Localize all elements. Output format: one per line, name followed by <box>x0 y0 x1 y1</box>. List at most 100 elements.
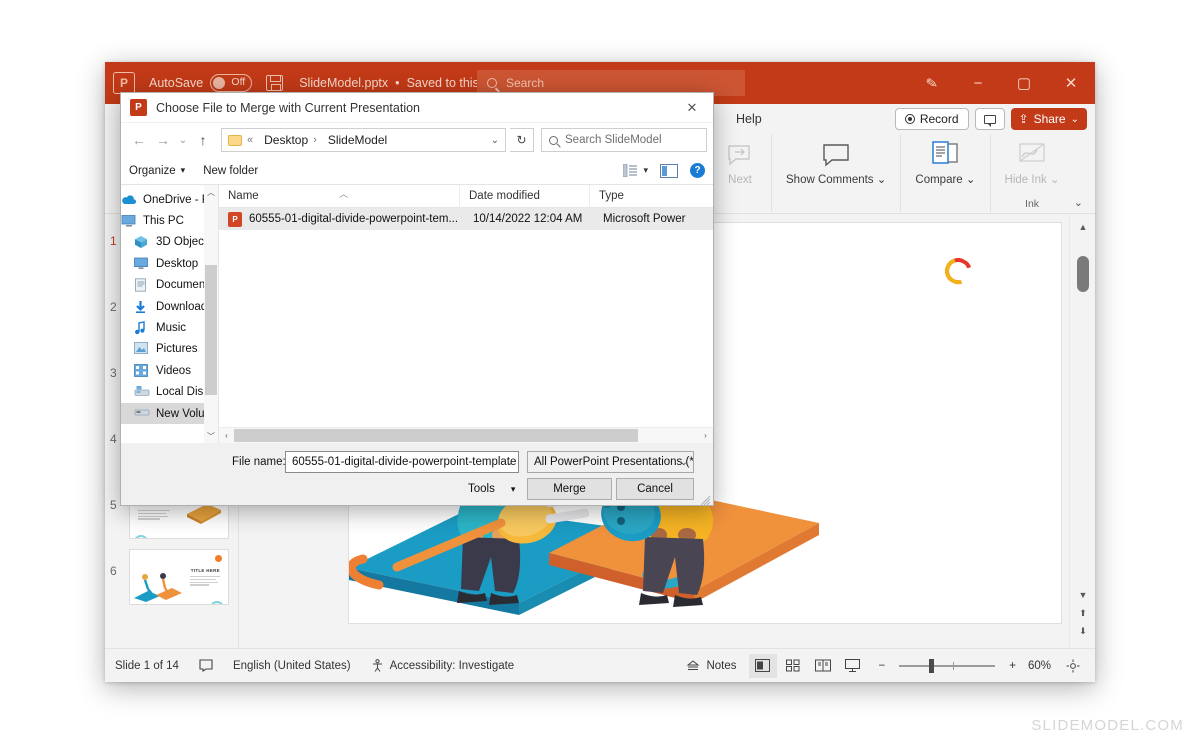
address-chevron-down-icon[interactable]: ⌄ <box>491 135 499 146</box>
zoom-level-label[interactable]: 60% <box>1028 660 1051 672</box>
file-name-chevron-down-icon[interactable]: ⌄ <box>506 457 514 468</box>
share-button[interactable]: ⇪ Share ⌄ <box>1010 108 1087 130</box>
tools-caret-icon: ▾ <box>510 483 516 494</box>
file-list[interactable]: ︿ Name Date modified Type P 60555-01-dig… <box>219 184 713 443</box>
pen-icon[interactable]: ✎ <box>909 62 955 104</box>
column-header-name[interactable]: ︿ Name <box>219 185 459 208</box>
preview-pane-icon[interactable] <box>660 163 678 178</box>
zoom-slider[interactable] <box>899 658 996 673</box>
view-normal-button[interactable] <box>748 653 777 678</box>
folder-icon <box>228 134 242 146</box>
status-bar-right: Notes − + 60% <box>676 649 1087 683</box>
column-header-date-modified[interactable]: Date modified <box>459 184 589 208</box>
title-separator: • <box>395 76 400 90</box>
sidebar-scroll-up-icon[interactable]: ︿ <box>204 185 218 199</box>
scrollbar-thumb[interactable] <box>1077 256 1089 292</box>
maximize-button[interactable]: ▢ <box>1001 62 1047 104</box>
dialog-search-input[interactable]: Search SlideModel <box>541 128 707 152</box>
view-slideshow-button[interactable] <box>839 654 867 678</box>
hscroll-right-icon[interactable]: › <box>698 431 713 440</box>
tools-button[interactable]: Tools ▾ <box>468 478 515 500</box>
slide-count-label[interactable]: Slide 1 of 14 <box>105 649 189 683</box>
sidebar-scrollbar-thumb[interactable] <box>205 265 217 395</box>
file-list-horizontal-scrollbar[interactable]: ‹ › <box>219 427 713 443</box>
language-label[interactable]: English (United States) <box>223 649 361 683</box>
recent-locations-chevron-icon[interactable]: ⌄ <box>175 128 191 152</box>
file-list-header: ︿ Name Date modified Type <box>219 184 713 208</box>
sidebar-scroll-down-icon[interactable]: ﹀ <box>204 429 218 443</box>
record-label: Record <box>919 112 959 126</box>
record-button[interactable]: Record <box>894 108 969 130</box>
sidebar-label: Desktop <box>156 257 199 270</box>
canvas-scrollbar[interactable]: ▲ ▼ ⬆ ⬇ <box>1069 214 1095 648</box>
fit-to-window-button[interactable] <box>1059 654 1087 678</box>
ribbon-group-ink: Hide Ink ⌄ Ink <box>989 134 1074 212</box>
file-name: 60555-01-digital-divide-powerpoint-tem..… <box>249 213 459 225</box>
accessibility-item[interactable]: Accessibility: Investigate <box>361 649 525 683</box>
zoom-out-button[interactable]: − <box>879 660 886 672</box>
previous-slide-button[interactable]: ⬆ <box>1070 604 1096 622</box>
view-caret-icon: ▾ <box>643 165 648 175</box>
breadcrumb-desktop[interactable]: Desktop <box>264 133 308 147</box>
dialog-close-button[interactable]: ✕ <box>671 93 713 123</box>
cancel-button[interactable]: Cancel <box>616 478 694 500</box>
ribbon-group-show-comments[interactable]: Show Comments ⌄ <box>771 134 900 212</box>
view-slide-sorter-button[interactable] <box>779 654 807 678</box>
slide-number: 5 <box>110 498 117 512</box>
share-chevron-down-icon[interactable]: ⌄ <box>1071 114 1079 125</box>
window-controls: ✎ − ▢ ✕ <box>909 62 1095 104</box>
spell-check-icon[interactable] <box>189 649 223 683</box>
back-button[interactable]: ← <box>127 128 151 152</box>
hscrollbar-thumb[interactable] <box>234 429 638 442</box>
ribbon-group-compare[interactable]: Compare ⌄ <box>900 134 989 212</box>
merge-button[interactable]: Merge <box>527 478 612 500</box>
file-type-filter-select[interactable]: All PowerPoint Presentations (* ⌄ <box>527 451 694 473</box>
notes-label: Notes <box>706 659 737 672</box>
breadcrumb-slidemodel[interactable]: SlideModel <box>328 133 387 147</box>
notes-button[interactable]: Notes <box>676 649 746 683</box>
comments-button[interactable] <box>974 108 1005 130</box>
autosave-toggle[interactable]: Off <box>210 74 253 92</box>
help-icon[interactable]: ? <box>690 163 705 178</box>
view-reading-button[interactable] <box>809 654 837 678</box>
column-label: Name <box>228 189 259 202</box>
file-name-input[interactable]: 60555-01-digital-divide-powerpoint-templ… <box>285 451 519 473</box>
onedrive-icon <box>121 193 137 207</box>
address-bar[interactable]: « Desktop › SlideModel ⌄ <box>221 128 506 152</box>
videos-icon <box>134 363 150 378</box>
column-label: Type <box>599 189 624 202</box>
column-label: Date modified <box>469 189 540 202</box>
slide-thumbnail-6[interactable]: 6 TITLE HERE <box>105 544 239 610</box>
sidebar-scrollbar[interactable]: ︿ ﹀ <box>204 185 218 443</box>
forward-button[interactable]: → <box>151 128 175 152</box>
dialog-sidebar[interactable]: OneDrive - Personal This PC 3D Objects <box>121 185 219 443</box>
filter-chevron-down-icon[interactable]: ⌄ <box>680 457 688 468</box>
next-slide-button[interactable]: ⬇ <box>1070 622 1096 640</box>
zoom-in-button[interactable]: + <box>1009 660 1016 672</box>
disk-icon <box>134 385 150 399</box>
ribbon-collapse-chevron-icon[interactable]: ⌄ <box>1074 196 1083 209</box>
ink-group-label: Ink <box>1025 198 1040 210</box>
up-button[interactable]: ↑ <box>191 128 215 152</box>
dialog-resize-grip[interactable] <box>700 493 711 506</box>
close-button[interactable]: ✕ <box>1047 62 1095 104</box>
column-header-type[interactable]: Type <box>589 184 699 208</box>
compare-label: Compare ⌄ <box>915 174 976 186</box>
breadcrumb-separator: › <box>313 134 317 146</box>
table-row[interactable]: P 60555-01-digital-divide-powerpoint-tem… <box>219 208 713 230</box>
file-date-modified: 10/14/2022 12:04 AM <box>473 213 583 225</box>
view-layout-button[interactable]: ▾ <box>623 163 648 178</box>
status-bar: Slide 1 of 14 English (United States) Ac… <box>105 648 1095 682</box>
minimize-button[interactable]: − <box>955 62 1001 104</box>
hscroll-left-icon[interactable]: ‹ <box>219 431 234 440</box>
zoom-slider-handle[interactable] <box>929 658 935 673</box>
new-folder-button[interactable]: New folder <box>203 165 258 177</box>
scroll-down-icon[interactable]: ▼ <box>1070 586 1096 604</box>
scroll-up-icon[interactable]: ▲ <box>1070 218 1096 236</box>
refresh-button[interactable]: ↻ <box>510 128 534 152</box>
tab-help[interactable]: Help <box>725 104 773 134</box>
save-icon[interactable] <box>266 75 284 91</box>
hide-ink-icon <box>1015 140 1049 170</box>
organize-button[interactable]: Organize ▾ <box>129 165 185 177</box>
site-watermark: SLIDEMODEL.COM <box>1031 717 1184 734</box>
